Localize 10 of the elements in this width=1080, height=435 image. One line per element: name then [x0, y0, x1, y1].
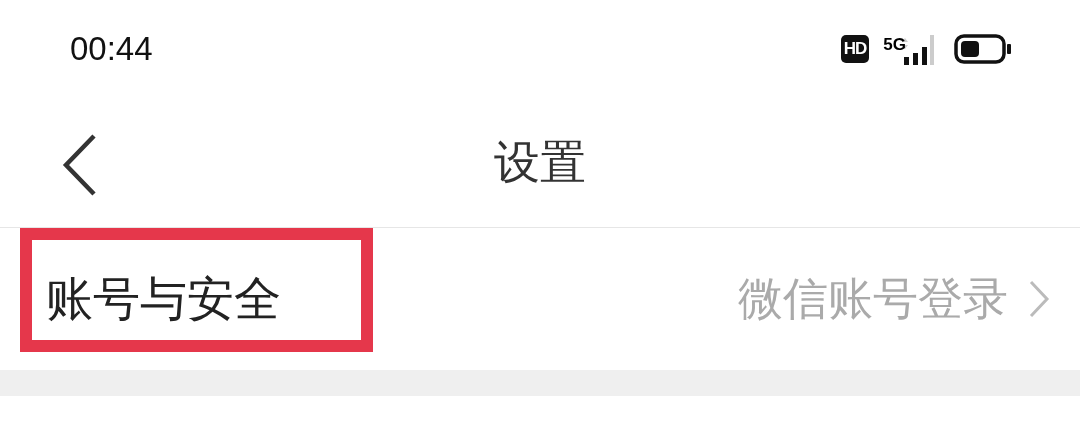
settings-row[interactable]: 账号与安全 微信账号登录: [0, 228, 1080, 370]
hd-badge: HD: [840, 35, 870, 63]
row-value: 微信账号登录: [738, 271, 1008, 327]
battery-icon: [954, 34, 1012, 64]
chevron-icon: [1028, 279, 1050, 319]
status-time: 00:44: [70, 30, 153, 68]
row-label: 账号与安全: [46, 269, 282, 328]
network-label: 5G: [883, 35, 906, 55]
page-title: 设置: [494, 133, 586, 191]
back-icon[interactable]: [62, 133, 98, 197]
